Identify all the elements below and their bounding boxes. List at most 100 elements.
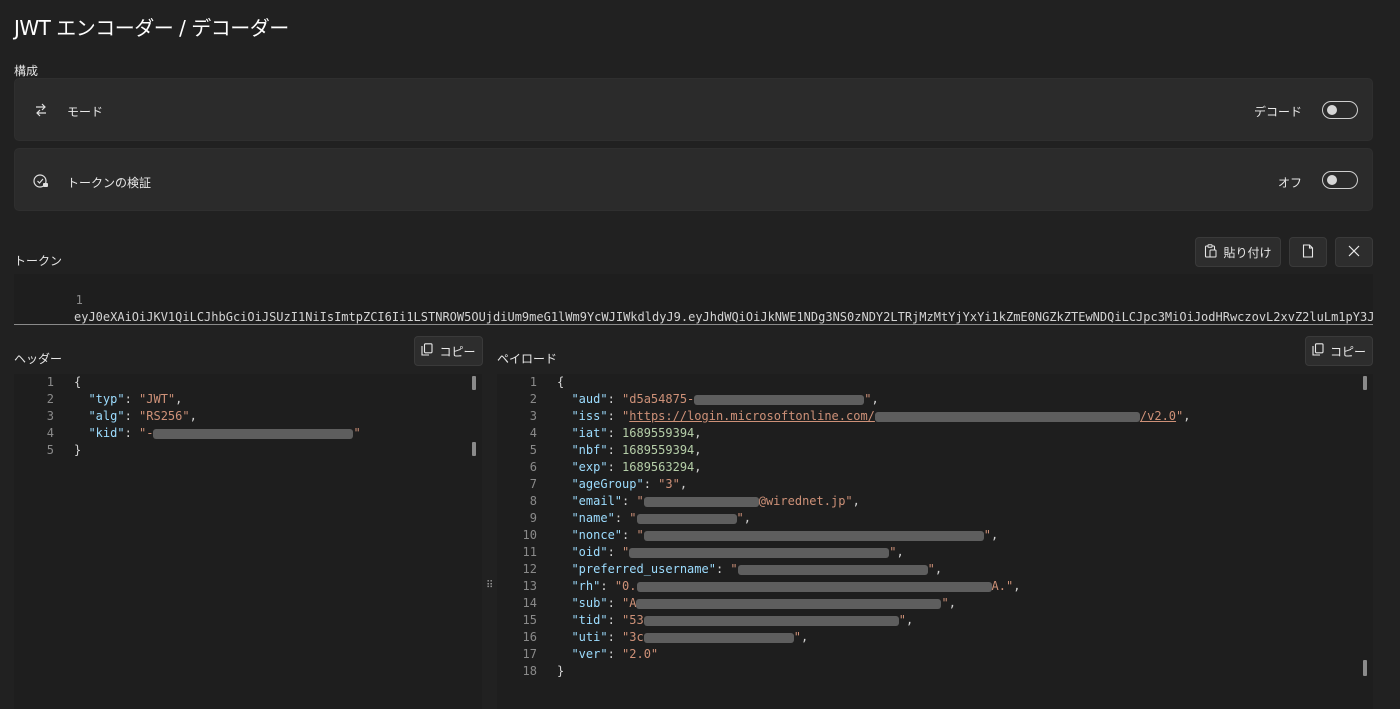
token-str: "53 xyxy=(622,613,644,627)
line-number: 13 xyxy=(522,579,537,593)
line-number: 14 xyxy=(522,596,537,610)
token-str: "3" xyxy=(658,477,680,491)
token-punc: : xyxy=(607,443,623,457)
header-scrollbar-bottom[interactable] xyxy=(472,442,476,456)
paste-button[interactable]: 貼り付け xyxy=(1195,237,1281,267)
line-number: 6 xyxy=(529,460,537,474)
token-key: "rh" xyxy=(571,579,601,593)
redacted-text xyxy=(153,428,354,439)
token-punc xyxy=(74,392,88,406)
code-text: "typ": "JWT", xyxy=(74,391,182,408)
token-str: " xyxy=(622,545,630,559)
redacted-text xyxy=(636,581,992,592)
token-punc: , xyxy=(990,528,999,542)
code-line: 8 "email": " @wirednet.jp", xyxy=(497,493,1373,510)
token-num: 1689559394 xyxy=(622,426,695,440)
mode-value: デコード xyxy=(1253,105,1302,119)
token-key: "aud" xyxy=(571,392,608,406)
redacted-text xyxy=(643,615,899,626)
clear-button[interactable] xyxy=(1335,237,1373,267)
token-punc: : xyxy=(607,426,623,440)
token-punc: : xyxy=(622,494,637,508)
token-punc: , xyxy=(934,562,943,576)
code-line: 2 "aud": "d5a54875- ", xyxy=(497,391,1373,408)
code-text: "sub": "A ", xyxy=(557,595,956,612)
token-punc xyxy=(557,630,571,644)
line-number: 5 xyxy=(529,443,537,457)
code-line: 16 "uti": "3c ", xyxy=(497,629,1373,646)
token-punc: : xyxy=(607,392,623,406)
token-num: 1689563294 xyxy=(622,460,695,474)
token-punc xyxy=(557,460,571,474)
code-line: 14 "sub": "A ", xyxy=(497,595,1373,612)
token-str: " xyxy=(898,613,906,627)
code-text: "alg": "RS256", xyxy=(74,408,196,425)
header-editor[interactable]: 1{2 "typ": "JWT", 3 "alg": "RS256", 4 "kid… xyxy=(14,374,482,709)
line-number: 7 xyxy=(529,477,537,491)
token-key: "ageGroup" xyxy=(571,477,644,491)
token-punc xyxy=(557,443,571,457)
config-section-label: 構成 xyxy=(14,64,39,78)
token-punc: : xyxy=(607,409,623,423)
line-number: 15 xyxy=(522,613,537,627)
payload-panel-label: ペイロード xyxy=(497,352,558,366)
line-number: 2 xyxy=(46,392,54,406)
redacted-text xyxy=(694,394,865,405)
validate-toggle[interactable] xyxy=(1322,171,1358,189)
token-punc: : xyxy=(124,426,140,440)
line-number: 1 xyxy=(46,375,54,389)
line-number: 3 xyxy=(529,409,537,423)
line-number: 4 xyxy=(46,426,54,440)
token-punc: , xyxy=(871,392,879,406)
redacted-text xyxy=(643,496,759,507)
line-number: 2 xyxy=(529,392,537,406)
mode-toggle[interactable] xyxy=(1322,101,1358,119)
code-text: "ageGroup": "3", xyxy=(557,476,687,493)
token-input[interactable]: 1 eyJ0eXAiOiJKV1QiLCJhbGciOiJSUzI1NiIsIm… xyxy=(14,274,1373,325)
payload-scrollbar-bottom[interactable] xyxy=(1363,660,1367,676)
token-key: "nbf" xyxy=(571,443,608,457)
token-str: A." xyxy=(991,579,1014,593)
mode-setting-card: モード デコード xyxy=(14,78,1373,141)
line-number: 1 xyxy=(529,375,537,389)
open-file-button[interactable] xyxy=(1289,237,1327,267)
validate-setting-card: トークンの検証 オフ xyxy=(14,148,1373,211)
code-text: } xyxy=(74,442,81,459)
token-key: "kid" xyxy=(88,426,125,440)
line-number: 10 xyxy=(522,528,537,542)
code-line: 5} xyxy=(14,442,482,459)
token-punc: , xyxy=(896,545,904,559)
payload-scrollbar-top[interactable] xyxy=(1363,376,1367,390)
token-str: "A xyxy=(622,596,637,610)
token-punc xyxy=(557,596,571,610)
code-line: 13 "rh": "0. A.", xyxy=(497,578,1373,595)
header-copy-button[interactable]: コピー xyxy=(414,336,483,366)
line-number: 18 xyxy=(522,664,537,678)
token-punc xyxy=(557,613,571,627)
token-key: "sub" xyxy=(571,596,608,610)
shield-check-icon xyxy=(32,172,50,190)
token-str: " xyxy=(636,528,644,542)
splitter-grip-icon[interactable]: ⠿ xyxy=(486,580,493,591)
redacted-text xyxy=(636,513,737,524)
code-text: "preferred_username": " ", xyxy=(557,561,942,578)
token-url: /v2.0 xyxy=(1139,409,1177,423)
token-punc xyxy=(557,579,571,593)
token-key: "tid" xyxy=(571,613,608,627)
token-key: "email" xyxy=(571,494,623,508)
code-line: 4 "iat": 1689559394, xyxy=(497,425,1373,442)
code-line: 5 "nbf": 1689559394, xyxy=(497,442,1373,459)
payload-editor[interactable]: 1{2 "aud": "d5a54875- ", 3 "iss": "https:/… xyxy=(497,374,1373,709)
token-str: "3c xyxy=(622,630,644,644)
token-str: "0. xyxy=(614,579,637,593)
token-punc: : xyxy=(607,596,623,610)
header-scrollbar-top[interactable] xyxy=(472,376,476,390)
token-key: "oid" xyxy=(571,545,608,559)
token-str: "JWT" xyxy=(139,392,176,406)
token-str: "2.0" xyxy=(622,647,659,661)
token-key: "ver" xyxy=(571,647,608,661)
payload-copy-button[interactable]: コピー xyxy=(1305,336,1373,366)
token-punc: : xyxy=(607,545,623,559)
page-title: JWT エンコーダー / デコーダー xyxy=(14,16,289,40)
token-key: "uti" xyxy=(571,630,608,644)
